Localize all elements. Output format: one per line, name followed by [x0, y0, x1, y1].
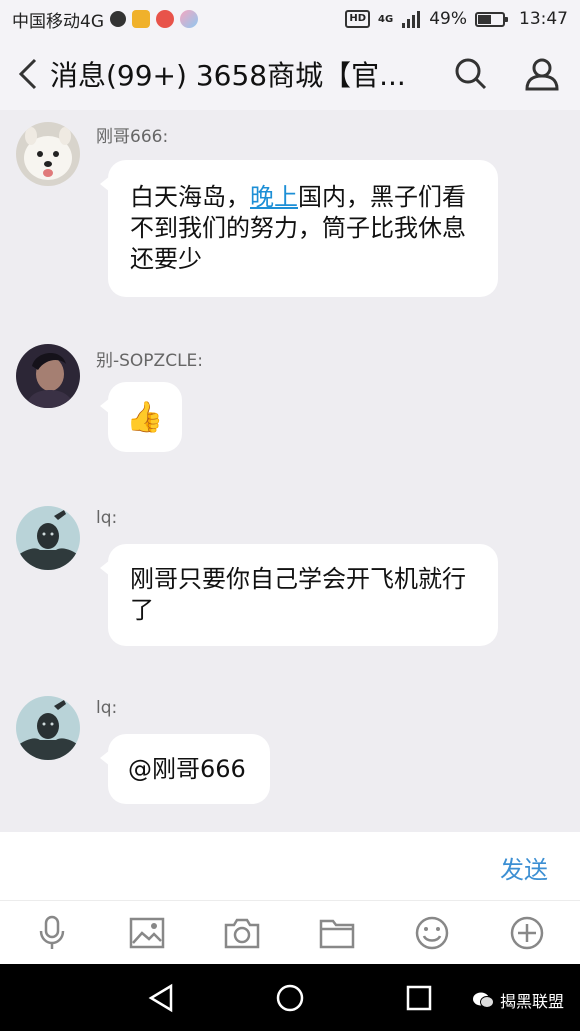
more-button[interactable] [507, 913, 547, 953]
wechat-icon [472, 992, 494, 1008]
microphone-icon [39, 915, 65, 949]
sender-name: lq: [96, 698, 118, 718]
camera-icon [224, 918, 260, 949]
ape-avatar-icon [16, 506, 80, 570]
message-link[interactable]: 晚上 [250, 183, 298, 211]
avatar[interactable] [16, 506, 80, 570]
status-bar: 中国移动4G HD 4G 49% 13:47 [0, 0, 580, 38]
hd-badge: HD [345, 10, 371, 28]
battery-percent: 49% [429, 9, 467, 29]
app-icon [156, 10, 174, 28]
square-recents-icon [406, 985, 432, 1011]
nav-recents-button[interactable] [402, 981, 436, 1015]
message-bubble[interactable]: @刚哥666 [100, 734, 270, 804]
browser-icon [180, 10, 198, 28]
send-button[interactable]: 发送 [500, 850, 548, 885]
sender-name: lq: [96, 508, 118, 528]
plus-circle-icon [510, 916, 544, 950]
watermark-label: 揭黑联盟 [499, 992, 564, 1011]
watermark: 揭黑联盟 [472, 988, 564, 1012]
circle-home-icon [276, 984, 304, 1012]
emoji-button[interactable] [412, 913, 452, 953]
carrier-label: 中国移动4G [12, 11, 104, 32]
message-bubble[interactable]: 刚哥只要你自己学会开飞机就行了 [100, 544, 498, 646]
thumbs-up-emoji: 👍 [126, 399, 164, 435]
clock: 13:47 [519, 9, 568, 29]
back-button[interactable] [6, 38, 50, 110]
message-text: 白天海岛， [130, 183, 250, 211]
file-button[interactable] [317, 913, 357, 953]
person-avatar-icon [16, 344, 80, 408]
camera-button[interactable] [222, 913, 262, 953]
search-icon[interactable] [454, 57, 488, 91]
system-nav-bar: 揭黑联盟 [0, 964, 580, 1031]
image-button[interactable] [127, 913, 167, 953]
group-profile-icon[interactable] [524, 57, 560, 91]
back-arrow-icon [18, 58, 37, 90]
smiley-icon [415, 916, 449, 950]
voice-button[interactable] [32, 913, 72, 953]
message-input-area[interactable]: 发送 [0, 832, 580, 900]
avatar[interactable] [16, 696, 80, 760]
nav-home-button[interactable] [273, 981, 307, 1015]
message-text: 刚哥只要你自己学会开飞机就行了 [130, 565, 466, 624]
battery-icon [475, 11, 508, 27]
message-list[interactable]: 刚哥666: 白天海岛，晚上国内，黑子们看不到我们的努力，筒子比我休息还要少 别… [0, 110, 580, 832]
mail-icon [132, 10, 150, 28]
avatar[interactable] [16, 122, 80, 186]
input-toolbar [0, 900, 580, 964]
message-bubble[interactable]: 白天海岛，晚上国内，黑子们看不到我们的努力，筒子比我休息还要少 [100, 160, 498, 297]
sender-name: 别-SOPZCLE: [96, 351, 204, 371]
triangle-back-icon [148, 983, 173, 1013]
image-icon [129, 917, 165, 949]
nav-back-button[interactable] [144, 981, 178, 1015]
avatar[interactable] [16, 344, 80, 408]
network-type-label: 4G [378, 13, 394, 25]
signal-icon [402, 11, 421, 28]
message-text: @刚哥666 [128, 754, 246, 783]
dog-avatar-icon [16, 122, 80, 186]
chat-header: 消息(99+) 3658商城【官... [0, 38, 580, 110]
notification-icon [110, 11, 126, 27]
folder-icon [319, 919, 355, 949]
ape-avatar-icon [16, 696, 80, 760]
chat-title: 消息(99+) 3658商城【官... [50, 59, 406, 92]
message-bubble[interactable]: 👍 [100, 382, 182, 452]
sender-name: 刚哥666: [96, 127, 169, 147]
battery-fill [478, 14, 491, 24]
